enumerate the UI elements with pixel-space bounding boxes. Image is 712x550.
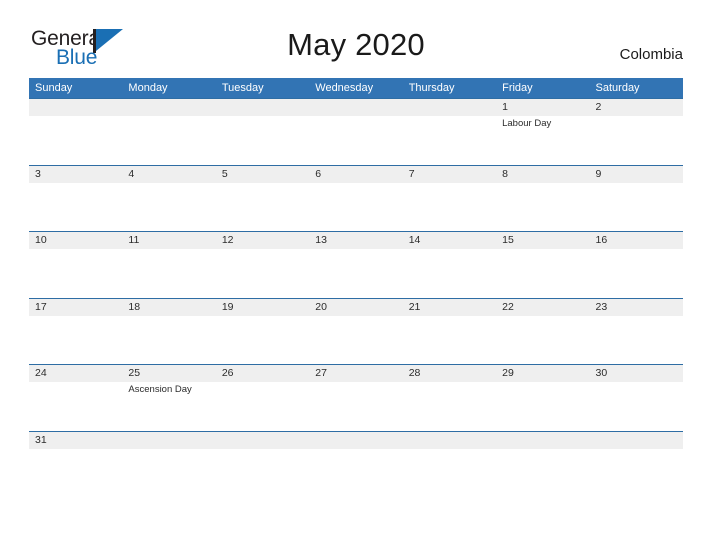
day-number: 30 [595,367,608,379]
weekday-header-sunday: Sunday [35,82,73,94]
day-cell[interactable] [216,432,309,467]
day-cell[interactable]: 16 [590,232,683,298]
day-number: 23 [595,300,608,313]
day-cell[interactable]: 6 [309,166,402,232]
day-cell[interactable]: 28 [403,365,496,431]
weekday-header-tuesday: Tuesday [221,82,264,94]
day-cell[interactable]: 13 [309,232,402,298]
day-number: 28 [408,367,421,379]
day-cell[interactable]: 23 [590,299,683,365]
day-cell[interactable] [122,99,215,165]
day-cell[interactable]: 8 [496,166,589,232]
day-number: 15 [502,234,514,246]
day-cell[interactable]: 25 Ascension Day [122,365,215,431]
day-number: 14 [408,234,421,246]
day-cell[interactable]: 7 [403,166,496,232]
day-cell[interactable] [216,99,309,165]
day-number: 29 [502,367,514,379]
day-number: 2 [595,101,602,113]
day-number: 20 [315,300,327,313]
day-cell[interactable] [590,432,683,467]
day-cell[interactable]: 21 [403,299,496,365]
day-number: 1 [502,101,508,113]
day-cell[interactable]: 5 [216,166,309,232]
day-number: 19 [221,300,234,313]
day-cell[interactable]: 18 [122,299,215,365]
day-cell[interactable]: 30 [590,365,683,431]
weekday-header-monday: Monday [128,82,168,94]
day-number: 5 [221,167,228,180]
day-cell[interactable] [309,99,402,165]
day-number: 17 [35,300,47,313]
day-number: 10 [35,234,47,246]
day-number: 24 [35,367,47,379]
day-cell[interactable]: 9 [590,166,683,232]
calendar-week-row: 24 25 Ascension Day 26 27 28 29 30 [29,364,683,431]
day-cell[interactable]: 24 [29,365,122,431]
day-cell[interactable]: 22 [496,299,589,365]
weekday-header-wednesday: Wednesday [315,82,374,94]
day-cell[interactable]: 1 Labour Day [496,99,589,165]
day-number: 22 [502,300,514,313]
weekday-header-row: Sunday Monday Tuesday Wednesday Thursday… [29,78,683,98]
day-cell[interactable]: 29 [496,365,589,431]
day-number: 25 [128,367,141,379]
weekday-header-saturday: Saturday [595,82,640,94]
day-cell[interactable] [122,432,215,467]
calendar-table: Sunday Monday Tuesday Wednesday Thursday… [29,78,683,467]
page-header: General Blue May 2020 Colombia [0,0,712,76]
day-cell[interactable] [309,432,402,467]
day-number: 12 [221,234,234,246]
day-cell[interactable] [403,99,496,165]
day-cell[interactable] [496,432,589,467]
day-number: 9 [595,167,602,180]
day-cell[interactable]: 2 [590,99,683,165]
day-number: 11 [128,234,140,246]
weekday-header-friday: Friday [502,82,533,94]
day-number: 6 [315,167,322,180]
day-number: 13 [315,234,327,246]
weekday-header-thursday: Thursday [408,82,455,94]
day-cell[interactable]: 27 [309,365,402,431]
holiday-label: Ascension Day [128,384,192,395]
day-cell[interactable] [29,99,122,165]
day-number: 16 [595,234,608,246]
day-cell[interactable]: 26 [216,365,309,431]
day-number: 31 [35,433,47,446]
day-number: 21 [408,300,421,313]
day-cell[interactable]: 31 [29,432,122,467]
day-cell[interactable]: 17 [29,299,122,365]
day-cell[interactable]: 19 [216,299,309,365]
day-cell[interactable]: 20 [309,299,402,365]
calendar-week-row: 31 [29,430,683,467]
calendar-page: General Blue May 2020 Colombia Sunday Mo… [0,0,712,550]
day-number: 18 [128,300,141,313]
calendar-week-row: 17 18 19 20 21 22 23 [29,297,683,365]
day-number: 3 [35,167,41,180]
calendar-week-row: 3 4 5 6 7 8 9 [29,164,683,232]
day-number: 27 [315,367,327,379]
day-number: 8 [502,167,508,180]
calendar-week-row: 10 11 12 13 14 15 16 [29,231,683,298]
holiday-label: Labour Day [502,118,552,129]
day-cell[interactable]: 11 [122,232,215,298]
day-cell[interactable]: 10 [29,232,122,298]
day-number: 4 [128,167,135,180]
calendar-week-row: 1 Labour Day 2 [29,98,683,165]
day-cell[interactable]: 15 [496,232,589,298]
day-number: 7 [408,167,415,180]
day-number: 26 [221,367,234,379]
day-cell[interactable]: 14 [403,232,496,298]
page-title: May 2020 [287,27,425,62]
country-label: Colombia [619,46,683,63]
day-cell[interactable]: 4 [122,166,215,232]
day-cell[interactable] [403,432,496,467]
day-cell[interactable]: 12 [216,232,309,298]
day-cell[interactable]: 3 [29,166,122,232]
